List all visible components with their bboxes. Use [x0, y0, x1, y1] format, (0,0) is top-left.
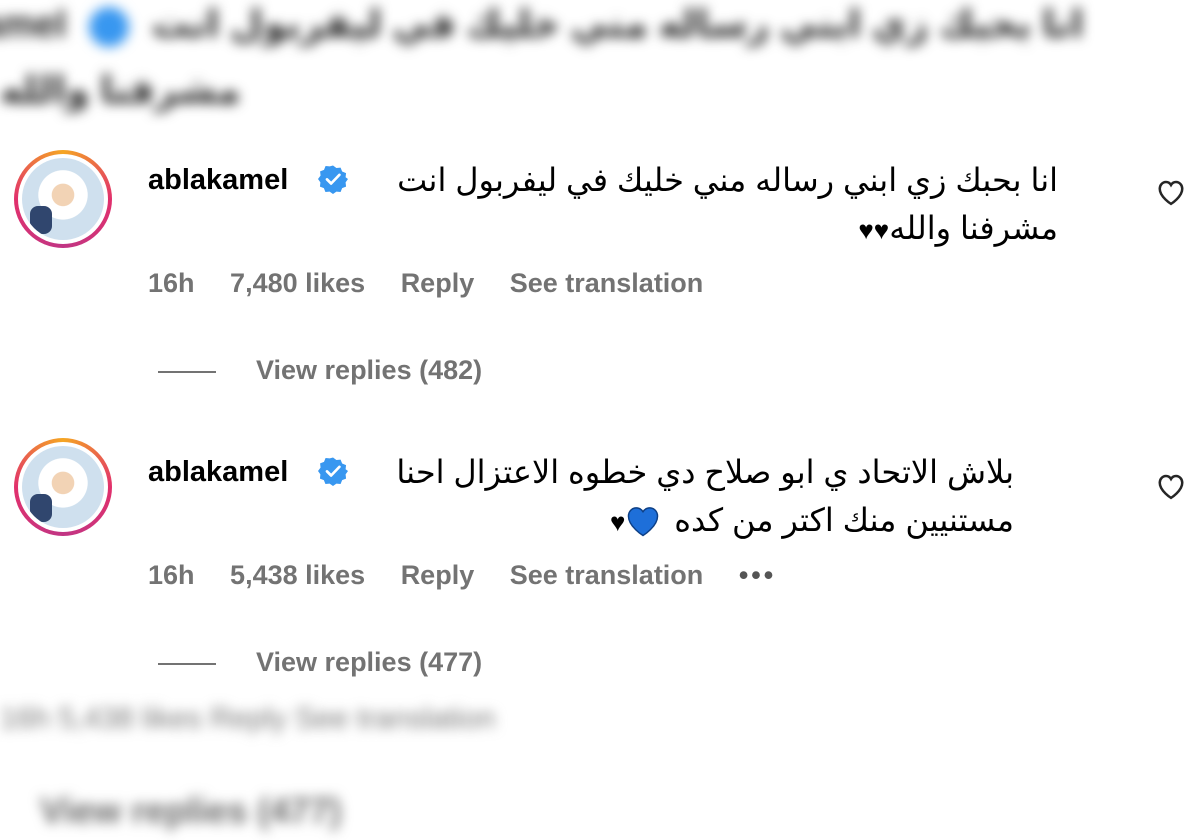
avatar-image	[22, 446, 104, 528]
view-replies-label: View replies (482)	[256, 355, 483, 385]
comment-meta: 16h 5,438 likes Reply See translation ••…	[148, 560, 804, 591]
blurred-comment-line-2: مشرفنا والله	[0, 70, 241, 112]
more-options-icon[interactable]: •••	[739, 560, 776, 591]
comment-text-line-2: مستنيين منك اكتر من كده	[674, 502, 1014, 538]
see-translation-button[interactable]: See translation	[510, 560, 704, 591]
view-replies-button[interactable]: View replies (477)	[158, 647, 482, 678]
view-replies-button[interactable]: View replies (482)	[158, 355, 482, 386]
comment-meta: 16h 7,480 likes Reply See translation	[148, 268, 731, 299]
blurred-meta-row: 16h 5,438 likes Reply See translation	[0, 702, 496, 735]
replies-divider	[158, 370, 216, 373]
like-count[interactable]: 5,438 likes	[230, 560, 365, 591]
blurred-view-replies: View replies (477)	[40, 790, 342, 831]
reply-button[interactable]: Reply	[401, 560, 475, 591]
like-heart-icon[interactable]	[1156, 472, 1186, 500]
replies-divider	[158, 662, 216, 665]
view-replies-label: View replies (477)	[256, 647, 483, 677]
like-count[interactable]: 7,480 likes	[230, 268, 365, 299]
black-hearts-emoji: ♥♥	[858, 215, 890, 245]
blurred-background-bottom: 16h 5,438 likes Reply See translation Vi…	[0, 700, 1200, 840]
see-translation-button[interactable]: See translation	[510, 268, 704, 299]
comment-text-line-1: انا بحبك زي ابني رساله مني خليك في ليفرب…	[397, 162, 1058, 198]
blurred-background-top: amel انا بحبك زي ابني رساله مني خليك في …	[0, 0, 1200, 138]
comment-timestamp[interactable]: 16h	[148, 268, 195, 299]
avatar-image	[22, 158, 104, 240]
reply-button[interactable]: Reply	[401, 268, 475, 299]
comment-text: انا بحبك زي ابني رساله مني خليك في ليفرب…	[138, 156, 1058, 254]
comment-text-line-2: مشرفنا والله	[889, 210, 1058, 246]
blue-heart-icon	[628, 507, 659, 537]
like-heart-icon[interactable]	[1156, 178, 1186, 206]
comment-text-line-1: بلاش الاتحاد ي ابو صلاح دي خطوه الاعتزال…	[396, 454, 1014, 490]
comment-timestamp[interactable]: 16h	[148, 560, 195, 591]
black-heart-emoji: ♥	[609, 507, 626, 537]
blurred-comment-line: انا بحبك زي ابني رساله مني خليك في ليفرب…	[151, 4, 1084, 46]
avatar[interactable]	[14, 150, 112, 248]
blurred-username: amel	[0, 4, 67, 46]
comment-text: بلاش الاتحاد ي ابو صلاح دي خطوه الاعتزال…	[94, 448, 1014, 546]
blurred-verified-icon	[89, 6, 130, 47]
